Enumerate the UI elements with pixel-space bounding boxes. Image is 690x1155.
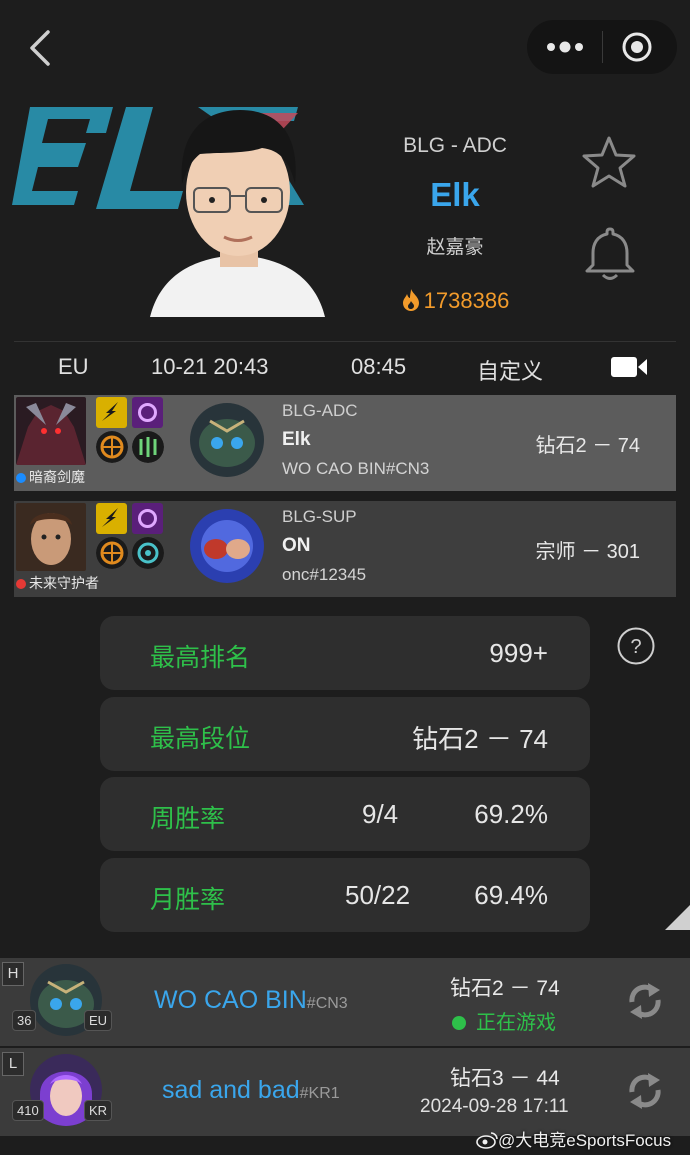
monthly-record: 50/22: [345, 880, 411, 910]
account-server-letter: L: [2, 1052, 24, 1076]
account-tag: #KR1: [299, 1085, 340, 1102]
highest-tier-value: 钻石2 － 74: [412, 724, 548, 754]
account-level: 410: [12, 1100, 44, 1121]
flash-spell-icon: [96, 397, 127, 428]
weekly-winrate-label: 周胜率: [150, 805, 226, 833]
account-server-letter: H: [2, 962, 24, 986]
match-player-name: ON: [282, 535, 311, 556]
team-dot-blue: [16, 473, 26, 483]
weekly-rate: 69.2%: [474, 799, 548, 829]
account-region: KR: [84, 1100, 113, 1121]
chevron-left-icon[interactable]: [22, 28, 62, 68]
svg-text:?: ?: [630, 636, 641, 658]
match-row-adc[interactable]: 暗裔剑魔 BLG-ADC Elk WO CAO BIN#CN3 钻石2 － 74: [14, 395, 676, 491]
champion-icon-aatrox: [16, 397, 86, 465]
account-level: 36: [12, 1010, 37, 1031]
more-dots-icon[interactable]: [545, 33, 585, 61]
account-row-h[interactable]: H 36 EU WO CAO BIN#CN3 钻石2 － 74 正在游戏: [0, 958, 690, 1046]
match-player-rank: 钻石2 － 74: [535, 435, 640, 457]
keystone-rune-icon: [96, 431, 128, 463]
refresh-icon[interactable]: [624, 980, 666, 1022]
video-camera-icon[interactable]: [610, 355, 648, 379]
match-team-role: BLG-SUP: [282, 507, 357, 526]
champion-name: 暗裔剑魔: [16, 467, 85, 487]
bell-icon[interactable]: [582, 225, 638, 283]
team-role: BLG - ADC: [403, 134, 507, 157]
corner-fold-icon: [665, 905, 690, 930]
weekly-record: 9/4: [362, 799, 399, 829]
account-row-l[interactable]: L 410 KR sad and bad#KR1 钻石3 － 44 2024-0…: [0, 1048, 690, 1136]
heat-value: 1738386: [423, 288, 510, 313]
highest-rank-card: 最高排名 999+: [100, 616, 590, 690]
star-icon[interactable]: [580, 134, 638, 192]
highest-rank-value: 999+: [489, 638, 548, 668]
match-datetime: 10-21 20:43: [151, 354, 269, 379]
match-player-rank: 宗师 － 301: [535, 541, 640, 563]
flame-icon: [402, 289, 419, 311]
account-tag: #CN3: [306, 995, 348, 1012]
account-name[interactable]: sad and bad#KR1: [162, 1076, 340, 1105]
secondary-rune-icon: [132, 431, 164, 463]
match-player-tag: onc#12345: [282, 565, 367, 584]
account-region: EU: [84, 1010, 113, 1031]
target-circle-icon[interactable]: [621, 31, 653, 63]
summoner-avatar: [190, 509, 264, 583]
account-rank: 钻石3 － 44: [450, 1067, 560, 1090]
online-dot-icon: [452, 1016, 466, 1030]
match-mode: 自定义: [477, 359, 544, 384]
flash-spell-icon: [96, 503, 127, 534]
team-dot-red: [16, 579, 26, 589]
account-name[interactable]: WO CAO BIN#CN3: [154, 986, 348, 1015]
cleanse-spell-icon: [132, 503, 163, 534]
refresh-icon[interactable]: [624, 1070, 666, 1112]
account-rank: 钻石2 － 74: [450, 977, 560, 1000]
champion-icon-jayce: [16, 503, 86, 571]
monthly-winrate-label: 月胜率: [150, 886, 226, 914]
champion-name: 未来守护者: [16, 573, 99, 593]
in-game-status: 正在游戏: [452, 1006, 556, 1035]
match-player-name: Elk: [282, 429, 311, 450]
highest-tier-label: 最高段位: [150, 725, 251, 753]
cleanse-spell-icon: [132, 397, 163, 428]
match-team-role: BLG-ADC: [282, 401, 358, 420]
capsule-divider: [602, 31, 603, 63]
highest-tier-card: 最高段位 钻石2 － 74: [100, 697, 590, 771]
watermark: @大电竞eSportsFocus: [476, 1126, 671, 1151]
heat-score: 1738386: [365, 288, 545, 314]
highest-rank-label: 最高排名: [150, 644, 251, 672]
match-row-sup[interactable]: 未来守护者 BLG-SUP ON onc#12345 宗师 － 301: [14, 501, 676, 597]
player-name: Elk: [430, 176, 480, 213]
match-region: EU: [58, 354, 89, 379]
weekly-winrate-card: 周胜率 9/4 69.2%: [100, 777, 590, 851]
mini-program-capsule: [527, 20, 677, 74]
last-played-time: 2024-09-28 17:11: [420, 1096, 569, 1117]
keystone-rune-icon: [96, 537, 128, 569]
match-player-tag: WO CAO BIN#CN3: [282, 459, 430, 478]
player-real-name: 赵嘉豪: [426, 237, 484, 258]
monthly-rate: 69.4%: [474, 880, 548, 910]
player-portrait: [150, 110, 325, 317]
help-icon[interactable]: ?: [616, 626, 656, 666]
match-duration: 08:45: [351, 354, 407, 379]
summoner-avatar: [190, 403, 264, 477]
match-info-bar: EU 10-21 20:43 08:45 自定义: [14, 341, 676, 391]
monthly-winrate-card: 月胜率 50/22 69.4%: [100, 858, 590, 932]
weibo-icon: [476, 1132, 498, 1149]
secondary-rune-icon: [132, 537, 164, 569]
